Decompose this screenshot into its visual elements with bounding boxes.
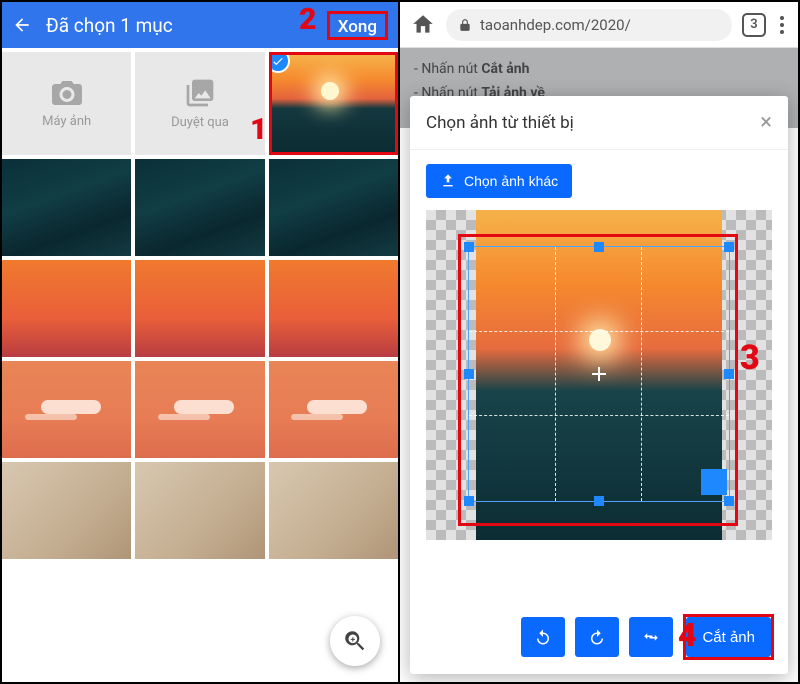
picker-title: Đã chọn 1 mục [46,14,327,37]
image-tile[interactable] [269,159,398,256]
camera-label: Máy ảnh [42,114,91,129]
crop-rectangle[interactable] [468,246,730,502]
kebab-menu-icon[interactable] [776,12,788,38]
browser-bar: taoanhdep.com/2020/ 3 [400,2,798,48]
lock-icon [458,18,472,32]
modal-title: Chọn ảnh từ thiết bị [426,113,574,133]
image-tile[interactable] [135,462,264,559]
picker-pane: Đã chọn 1 mục Xong 2 Máy ảnh [2,2,400,682]
done-button[interactable]: Xong [330,13,385,41]
picker-header: Đã chọn 1 mục Xong [2,2,398,48]
url-box[interactable]: taoanhdep.com/2020/ [446,9,732,41]
choose-other-button[interactable]: Chọn ảnh khác [426,164,572,198]
flip-button[interactable] [629,617,673,657]
swap-horiz-icon [642,628,660,646]
crop-handle[interactable] [464,496,474,506]
modal-body: Chọn ảnh khác 3 [410,150,788,604]
back-arrow-icon[interactable] [12,15,32,35]
image-grid: Máy ảnh Duyệt qua [2,48,398,559]
tab-count[interactable]: 3 [742,13,766,37]
browse-tile[interactable]: Duyệt qua [135,52,264,155]
gallery-icon [182,77,218,109]
image-tile[interactable] [269,361,398,458]
url-text: taoanhdep.com/2020/ [480,16,631,34]
image-tile[interactable] [135,361,264,458]
image-tile[interactable] [135,159,264,256]
modal-actions: 4 Cắt ảnh [410,604,788,674]
crop-button[interactable]: Cắt ảnh [686,617,771,657]
image-tile[interactable] [135,260,264,357]
image-tile[interactable] [2,462,131,559]
crop-stage[interactable] [426,210,772,540]
image-tile[interactable] [269,462,398,559]
undo-button[interactable] [521,617,565,657]
browser-pane: taoanhdep.com/2020/ 3 - Nhấn nút Cắt ảnh… [400,2,798,682]
image-tile[interactable] [269,260,398,357]
camera-tile[interactable]: Máy ảnh [2,52,131,155]
undo-icon [534,628,552,646]
image-tile[interactable] [2,159,131,256]
home-icon[interactable] [410,12,436,38]
center-cross-icon [592,367,606,381]
modal-header: Chọn ảnh từ thiết bị × [410,96,788,150]
crop-modal: Chọn ảnh từ thiết bị × Chọn ảnh khác 3 [410,96,788,674]
choose-other-label: Chọn ảnh khác [464,173,558,189]
crop-handle[interactable] [724,369,734,379]
magnify-plus-icon [342,628,368,654]
redo-button[interactable] [575,617,619,657]
crop-handle[interactable] [724,242,734,252]
done-button-highlight: Xong [327,11,388,40]
image-tile[interactable] [2,260,131,357]
selected-image-tile[interactable] [269,52,398,155]
crop-handle[interactable] [594,496,604,506]
camera-icon [48,78,86,108]
magnify-button[interactable] [330,616,380,666]
crop-handle-resize[interactable] [701,469,727,495]
crop-handle[interactable] [464,242,474,252]
browse-label: Duyệt qua [171,115,229,130]
upload-icon [440,173,456,189]
crop-handle[interactable] [464,369,474,379]
crop-button-highlight: Cắt ảnh [683,614,774,660]
crop-handle[interactable] [594,242,604,252]
redo-icon [588,628,606,646]
close-icon[interactable]: × [760,110,772,135]
crop-button-label: Cắt ảnh [702,629,755,646]
image-tile[interactable] [2,361,131,458]
crop-handle[interactable] [724,496,734,506]
